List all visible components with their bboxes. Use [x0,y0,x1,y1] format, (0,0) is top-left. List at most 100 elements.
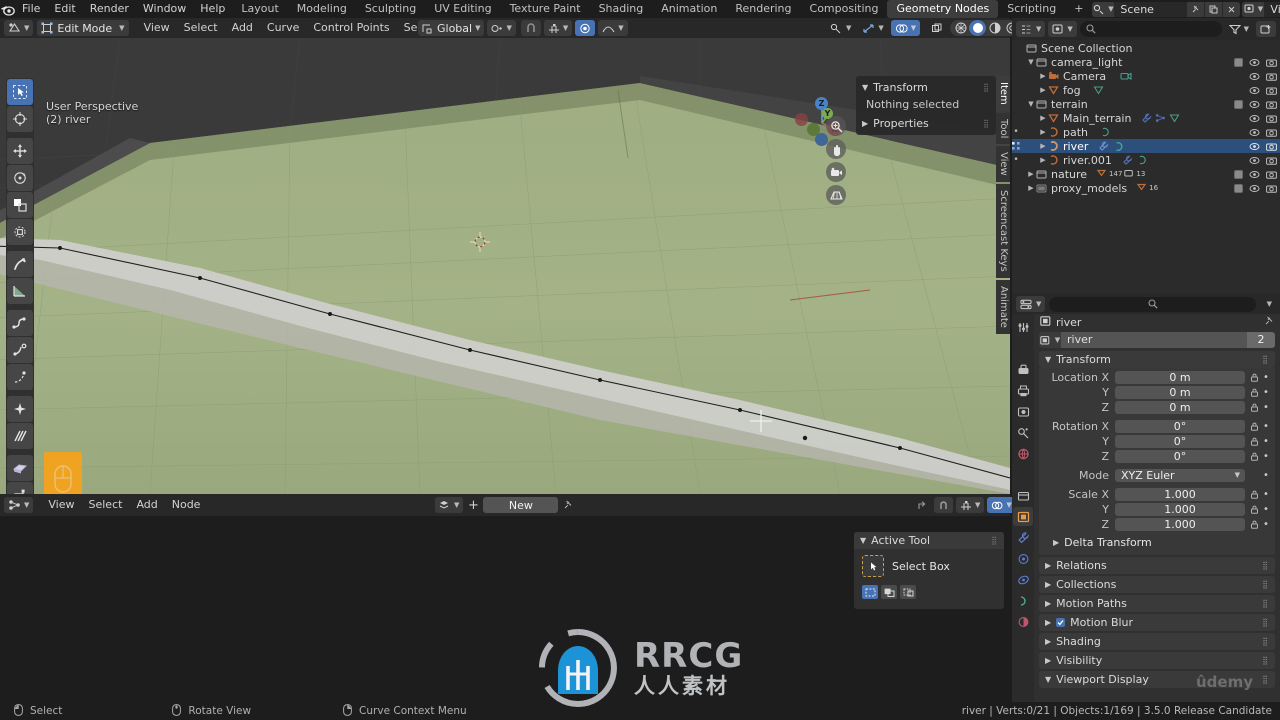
properties-tab-world[interactable] [1013,444,1033,463]
camera-render-icon[interactable] [1266,184,1277,193]
outliner-row-scene-collection[interactable]: Scene Collection [1012,41,1280,55]
menu-help[interactable]: Help [193,0,232,18]
viewport-canvas[interactable]: User Perspective (2) river Z Y ▼ Transfo… [0,38,1010,494]
sidebar-tab-item[interactable]: Item [996,76,1010,111]
annotate-pencil-icon[interactable] [7,251,33,277]
modifier-icon[interactable] [1141,113,1152,123]
panel-shading[interactable]: ▶ Shading ⣿ [1039,633,1275,650]
select-box-icon[interactable] [7,79,33,105]
curve-radius-icon[interactable] [7,364,33,390]
eye-icon[interactable] [1249,100,1260,109]
add-node-group-button[interactable]: + [465,497,481,513]
field-rotation-x[interactable]: Rotation X 0° • [1043,420,1271,433]
measure-ruler-icon[interactable] [7,278,33,304]
field-value[interactable]: 0 m [1115,371,1245,384]
blender-logo-icon[interactable] [0,0,15,18]
field-value[interactable]: 0° [1115,435,1245,448]
field-value[interactable]: 1.000 [1115,518,1245,531]
field-rotation-y[interactable]: Y 0° • [1043,435,1271,448]
overlays-toggle[interactable]: ▼ [890,20,921,36]
outliner-row-camera-light[interactable]: ▼ camera_light [1012,55,1280,69]
transform-icon[interactable] [7,219,33,245]
panel-relations[interactable]: ▶ Relations ⣿ [1039,557,1275,574]
chevron-right-icon[interactable]: ▶ [1026,184,1036,192]
transform-panel-header[interactable]: ▼ Transform ⣿ [856,79,996,96]
shading-material-icon[interactable] [986,20,1003,36]
field-value[interactable]: 0 m [1115,401,1245,414]
motion-blur-checkbox[interactable] [1056,618,1066,627]
sidebar-tab-animate[interactable]: Animate [996,279,1010,334]
chevron-right-icon[interactable]: ▶ [1026,170,1036,178]
search-input[interactable] [1079,21,1222,37]
object-name-field[interactable]: river [1061,332,1247,348]
collection-enable-checkbox[interactable] [1234,57,1243,67]
panel-motion-blur[interactable]: ▶ Motion Blur ⣿ [1039,614,1275,631]
edge-slide-icon[interactable] [7,482,33,494]
visibility-icon[interactable]: ▼ [826,20,855,36]
shear-icon[interactable] [7,423,33,449]
proportional-falloff-selector[interactable]: ▼ [598,20,628,36]
outliner-row-terrain[interactable]: ▼ terrain [1012,97,1280,111]
properties-tab-render[interactable] [1013,360,1033,379]
viewport-menu-view[interactable]: View [137,19,177,37]
field-value[interactable]: 1.000 [1115,503,1245,516]
camera-render-icon[interactable] [1266,100,1277,109]
filter-funnel-icon[interactable]: ▼ [1225,21,1253,37]
node-editor-canvas[interactable]: ‹ ▼ Active Tool ⣿ Select Box [0,516,1010,702]
viewport-menu-curve[interactable]: Curve [260,19,306,37]
workspace-tab-rendering[interactable]: Rendering [726,0,800,18]
snap-toggle[interactable] [520,20,541,36]
geometry-nodes-icon[interactable] [1155,113,1166,123]
menu-render[interactable]: Render [83,0,136,18]
node-datablock-selector[interactable]: ▼ [435,497,464,513]
toggle-perspective-icon[interactable] [826,185,846,205]
viewport-menu-add[interactable]: Add [225,19,260,37]
eye-icon[interactable] [1249,86,1260,95]
move-arrows-icon[interactable] [7,138,33,164]
sidebar-tab-tool[interactable]: Tool [996,112,1010,145]
mesh-data-icon[interactable] [1169,113,1180,123]
field-scale-x[interactable]: Scale X 1.000 • [1043,488,1271,501]
rotation-mode-dropdown[interactable]: XYZ Euler ▼ [1115,469,1245,482]
gizmo-axis-neg-x[interactable] [795,113,808,126]
randomize-icon[interactable] [7,396,33,422]
animate-dot-icon[interactable]: • [1261,470,1271,481]
node-menu-node[interactable]: Node [165,496,208,514]
properties-tab-scene[interactable] [1013,423,1033,442]
workspace-tab-sculpting[interactable]: Sculpting [356,0,425,18]
lock-icon[interactable] [1248,520,1261,529]
extend-mode-icon[interactable] [881,585,897,599]
id-type-filter-icon[interactable]: ▼ [1048,21,1077,37]
proportional-edit-toggle[interactable] [575,20,596,36]
panel-collections[interactable]: ▶ Collections ⣿ [1039,576,1275,593]
mesh-data-icon[interactable] [1093,85,1104,95]
camera-render-icon[interactable] [1266,142,1277,151]
lock-icon[interactable] [1248,388,1261,397]
field-value[interactable]: 0 m [1115,386,1245,399]
node-menu-add[interactable]: Add [129,496,164,514]
scene-selector[interactable]: ▼ Scene [1092,1,1241,17]
camera-render-icon[interactable] [1266,114,1277,123]
workspace-tab-layout[interactable]: Layout [232,0,287,18]
properties-tab-object[interactable] [1013,507,1033,526]
lock-icon[interactable] [1248,403,1261,412]
eye-icon[interactable] [1249,72,1260,81]
chevron-right-icon[interactable]: ▶ [1038,114,1048,122]
workspace-tab-compositing[interactable]: Compositing [801,0,888,18]
transform-panel-header[interactable]: ▼ Transform ⣿ [1039,351,1275,368]
eye-icon[interactable] [1249,184,1260,193]
object-users-count[interactable]: 2 [1247,332,1275,348]
camera-render-icon[interactable] [1266,128,1277,137]
menu-window[interactable]: Window [136,0,193,18]
pin-icon[interactable] [560,497,576,513]
animate-dot-icon[interactable]: • [1261,519,1271,530]
snap-toggle[interactable] [934,497,953,513]
field-location-z[interactable]: Z 0 m • [1043,401,1271,414]
workspace-tab-uv-editing[interactable]: UV Editing [425,0,500,18]
curve-data-icon[interactable] [1100,127,1111,137]
collection-enable-checkbox[interactable] [1234,99,1243,109]
curve-data-icon[interactable] [1113,141,1125,152]
animate-dot-icon[interactable]: • [1261,387,1271,398]
animate-dot-icon[interactable]: • [1261,489,1271,500]
workspace-tab-shading[interactable]: Shading [590,0,653,18]
